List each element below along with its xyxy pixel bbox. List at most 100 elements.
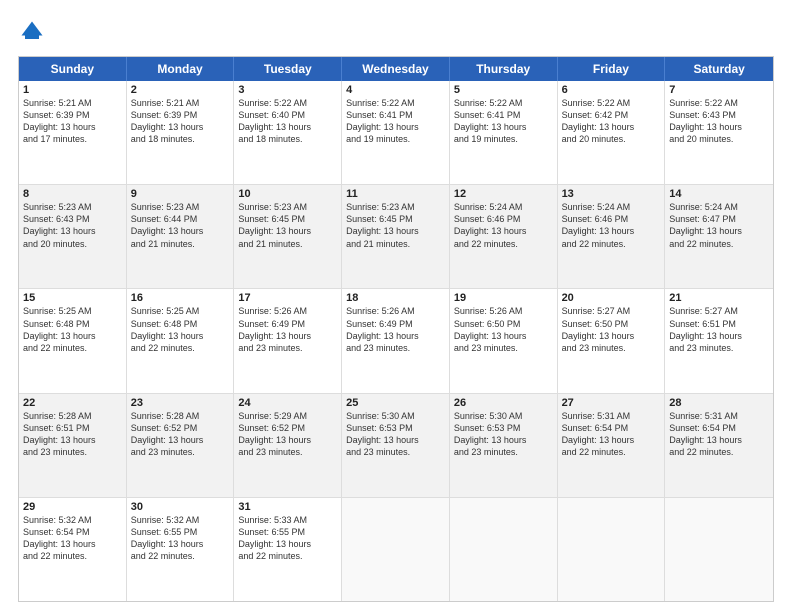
day-number: 30 (131, 501, 230, 513)
day-info: Sunrise: 5:22 AM Sunset: 6:42 PM Dayligh… (562, 97, 661, 146)
calendar-cell (558, 498, 666, 601)
day-info: Sunrise: 5:30 AM Sunset: 6:53 PM Dayligh… (346, 410, 445, 459)
calendar-cell: 7Sunrise: 5:22 AM Sunset: 6:43 PM Daylig… (665, 81, 773, 184)
day-info: Sunrise: 5:22 AM Sunset: 6:40 PM Dayligh… (238, 97, 337, 146)
page: SundayMondayTuesdayWednesdayThursdayFrid… (0, 0, 792, 612)
calendar-row: 22Sunrise: 5:28 AM Sunset: 6:51 PM Dayli… (19, 393, 773, 497)
day-info: Sunrise: 5:24 AM Sunset: 6:46 PM Dayligh… (454, 201, 553, 250)
day-info: Sunrise: 5:32 AM Sunset: 6:54 PM Dayligh… (23, 514, 122, 563)
day-info: Sunrise: 5:30 AM Sunset: 6:53 PM Dayligh… (454, 410, 553, 459)
calendar-cell: 9Sunrise: 5:23 AM Sunset: 6:44 PM Daylig… (127, 185, 235, 288)
header-day-sunday: Sunday (19, 57, 127, 81)
day-info: Sunrise: 5:29 AM Sunset: 6:52 PM Dayligh… (238, 410, 337, 459)
day-number: 28 (669, 397, 769, 409)
calendar-cell: 8Sunrise: 5:23 AM Sunset: 6:43 PM Daylig… (19, 185, 127, 288)
day-info: Sunrise: 5:26 AM Sunset: 6:49 PM Dayligh… (346, 305, 445, 354)
calendar-cell: 15Sunrise: 5:25 AM Sunset: 6:48 PM Dayli… (19, 289, 127, 392)
calendar-cell: 5Sunrise: 5:22 AM Sunset: 6:41 PM Daylig… (450, 81, 558, 184)
day-info: Sunrise: 5:31 AM Sunset: 6:54 PM Dayligh… (562, 410, 661, 459)
day-number: 15 (23, 292, 122, 304)
day-info: Sunrise: 5:25 AM Sunset: 6:48 PM Dayligh… (23, 305, 122, 354)
calendar-cell: 30Sunrise: 5:32 AM Sunset: 6:55 PM Dayli… (127, 498, 235, 601)
calendar: SundayMondayTuesdayWednesdayThursdayFrid… (18, 56, 774, 602)
day-number: 25 (346, 397, 445, 409)
day-number: 2 (131, 84, 230, 96)
calendar-cell (450, 498, 558, 601)
calendar-row: 29Sunrise: 5:32 AM Sunset: 6:54 PM Dayli… (19, 497, 773, 601)
calendar-cell: 20Sunrise: 5:27 AM Sunset: 6:50 PM Dayli… (558, 289, 666, 392)
header (18, 18, 774, 46)
day-info: Sunrise: 5:23 AM Sunset: 6:43 PM Dayligh… (23, 201, 122, 250)
calendar-cell: 14Sunrise: 5:24 AM Sunset: 6:47 PM Dayli… (665, 185, 773, 288)
day-info: Sunrise: 5:25 AM Sunset: 6:48 PM Dayligh… (131, 305, 230, 354)
day-number: 8 (23, 188, 122, 200)
calendar-cell (665, 498, 773, 601)
day-number: 13 (562, 188, 661, 200)
day-number: 4 (346, 84, 445, 96)
calendar-row: 8Sunrise: 5:23 AM Sunset: 6:43 PM Daylig… (19, 184, 773, 288)
calendar-row: 1Sunrise: 5:21 AM Sunset: 6:39 PM Daylig… (19, 81, 773, 184)
calendar-cell: 12Sunrise: 5:24 AM Sunset: 6:46 PM Dayli… (450, 185, 558, 288)
day-info: Sunrise: 5:21 AM Sunset: 6:39 PM Dayligh… (23, 97, 122, 146)
header-day-tuesday: Tuesday (234, 57, 342, 81)
day-number: 22 (23, 397, 122, 409)
day-number: 11 (346, 188, 445, 200)
day-number: 17 (238, 292, 337, 304)
day-number: 6 (562, 84, 661, 96)
calendar-cell: 21Sunrise: 5:27 AM Sunset: 6:51 PM Dayli… (665, 289, 773, 392)
day-info: Sunrise: 5:26 AM Sunset: 6:50 PM Dayligh… (454, 305, 553, 354)
calendar-header: SundayMondayTuesdayWednesdayThursdayFrid… (19, 57, 773, 81)
day-number: 1 (23, 84, 122, 96)
header-day-monday: Monday (127, 57, 235, 81)
day-number: 27 (562, 397, 661, 409)
day-number: 5 (454, 84, 553, 96)
day-number: 20 (562, 292, 661, 304)
calendar-cell: 23Sunrise: 5:28 AM Sunset: 6:52 PM Dayli… (127, 394, 235, 497)
day-number: 9 (131, 188, 230, 200)
calendar-cell: 26Sunrise: 5:30 AM Sunset: 6:53 PM Dayli… (450, 394, 558, 497)
day-info: Sunrise: 5:24 AM Sunset: 6:46 PM Dayligh… (562, 201, 661, 250)
day-info: Sunrise: 5:22 AM Sunset: 6:41 PM Dayligh… (454, 97, 553, 146)
day-info: Sunrise: 5:28 AM Sunset: 6:51 PM Dayligh… (23, 410, 122, 459)
calendar-cell: 6Sunrise: 5:22 AM Sunset: 6:42 PM Daylig… (558, 81, 666, 184)
calendar-cell: 25Sunrise: 5:30 AM Sunset: 6:53 PM Dayli… (342, 394, 450, 497)
day-number: 14 (669, 188, 769, 200)
calendar-cell: 24Sunrise: 5:29 AM Sunset: 6:52 PM Dayli… (234, 394, 342, 497)
day-info: Sunrise: 5:23 AM Sunset: 6:45 PM Dayligh… (238, 201, 337, 250)
day-number: 23 (131, 397, 230, 409)
day-info: Sunrise: 5:32 AM Sunset: 6:55 PM Dayligh… (131, 514, 230, 563)
day-info: Sunrise: 5:28 AM Sunset: 6:52 PM Dayligh… (131, 410, 230, 459)
day-info: Sunrise: 5:27 AM Sunset: 6:50 PM Dayligh… (562, 305, 661, 354)
day-number: 21 (669, 292, 769, 304)
day-number: 26 (454, 397, 553, 409)
day-info: Sunrise: 5:23 AM Sunset: 6:44 PM Dayligh… (131, 201, 230, 250)
day-info: Sunrise: 5:23 AM Sunset: 6:45 PM Dayligh… (346, 201, 445, 250)
calendar-cell: 18Sunrise: 5:26 AM Sunset: 6:49 PM Dayli… (342, 289, 450, 392)
day-info: Sunrise: 5:33 AM Sunset: 6:55 PM Dayligh… (238, 514, 337, 563)
day-number: 10 (238, 188, 337, 200)
logo (18, 18, 50, 46)
header-day-saturday: Saturday (665, 57, 773, 81)
calendar-cell: 10Sunrise: 5:23 AM Sunset: 6:45 PM Dayli… (234, 185, 342, 288)
day-number: 29 (23, 501, 122, 513)
calendar-cell: 3Sunrise: 5:22 AM Sunset: 6:40 PM Daylig… (234, 81, 342, 184)
calendar-cell: 28Sunrise: 5:31 AM Sunset: 6:54 PM Dayli… (665, 394, 773, 497)
calendar-cell: 29Sunrise: 5:32 AM Sunset: 6:54 PM Dayli… (19, 498, 127, 601)
calendar-cell: 17Sunrise: 5:26 AM Sunset: 6:49 PM Dayli… (234, 289, 342, 392)
header-day-wednesday: Wednesday (342, 57, 450, 81)
calendar-cell: 2Sunrise: 5:21 AM Sunset: 6:39 PM Daylig… (127, 81, 235, 184)
day-number: 3 (238, 84, 337, 96)
header-day-thursday: Thursday (450, 57, 558, 81)
day-info: Sunrise: 5:22 AM Sunset: 6:43 PM Dayligh… (669, 97, 769, 146)
calendar-cell: 16Sunrise: 5:25 AM Sunset: 6:48 PM Dayli… (127, 289, 235, 392)
calendar-cell: 11Sunrise: 5:23 AM Sunset: 6:45 PM Dayli… (342, 185, 450, 288)
calendar-cell: 1Sunrise: 5:21 AM Sunset: 6:39 PM Daylig… (19, 81, 127, 184)
calendar-body: 1Sunrise: 5:21 AM Sunset: 6:39 PM Daylig… (19, 81, 773, 601)
day-number: 12 (454, 188, 553, 200)
calendar-cell: 19Sunrise: 5:26 AM Sunset: 6:50 PM Dayli… (450, 289, 558, 392)
day-number: 16 (131, 292, 230, 304)
day-number: 18 (346, 292, 445, 304)
day-info: Sunrise: 5:27 AM Sunset: 6:51 PM Dayligh… (669, 305, 769, 354)
day-number: 24 (238, 397, 337, 409)
day-number: 19 (454, 292, 553, 304)
